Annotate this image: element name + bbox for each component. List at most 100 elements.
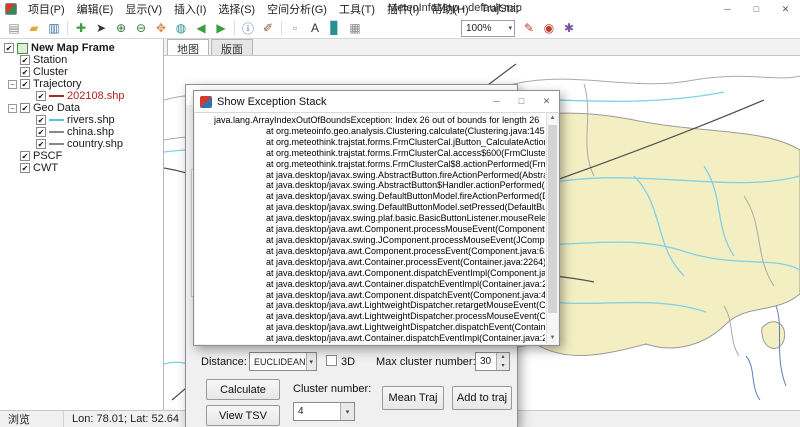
tree-item-label: New Map Frame [31,42,115,54]
new-project-icon[interactable]: ▤ [4,19,24,37]
tab-layout[interactable]: 版面 [211,39,253,55]
menu-item[interactable]: 显示(V) [119,0,168,19]
exception-dialog-titlebar[interactable]: Show Exception Stack ─ □ ✕ [194,91,559,112]
layer-checkbox[interactable]: ✔ [36,115,46,125]
marker-icon[interactable]: ◉ [539,19,559,37]
tree-item-pscf[interactable]: ✔ PSCF [0,150,163,162]
layer-checkbox[interactable]: ✔ [4,43,14,53]
spin-up-icon[interactable]: ▴ [497,353,509,362]
label-tool-icon[interactable]: A [305,19,325,37]
stack-trace-line: java.lang.ArrayIndexOutOfBoundsException… [214,115,545,126]
exception-stack-text: java.lang.ArrayIndexOutOfBoundsException… [214,115,545,344]
select-tool-icon[interactable]: ➤ [91,19,111,37]
tab-map[interactable]: 地图 [167,39,209,55]
dialog-icon [200,96,212,108]
measure-icon[interactable]: ✐ [258,19,278,37]
layer-checkbox[interactable]: ✔ [20,163,30,173]
full-extent-icon[interactable]: ◍ [171,19,191,37]
tree-item-label: 202108.shp [67,90,125,102]
menu-item[interactable]: 项目(P) [22,0,71,19]
add-to-traj-button[interactable]: Add to traj [452,386,512,410]
layer-checkbox[interactable]: ✔ [36,91,46,101]
cluster-number-combo[interactable]: 4 ▾ [293,402,355,421]
toolbar-separator [67,21,68,35]
scrollbar-thumb[interactable] [548,125,557,313]
toolbar: ▤ ▰ ▥ ✚ ➤ ⊕ ⊖ ✥ ◍ ◀ ▶ ⓘ ✐ ▫ A ▊ ▦ 100% ▾… [0,18,800,39]
select-feature-icon[interactable]: ▫ [285,19,305,37]
add-layer-icon[interactable]: ✚ [71,19,91,37]
identify-icon[interactable]: ⓘ [238,19,258,37]
layer-checkbox[interactable]: ✔ [20,79,30,89]
scroll-up-icon[interactable]: ▲ [547,113,558,124]
spin-down-icon[interactable]: ▾ [497,362,509,371]
tree-item-cluster[interactable]: ✔ Cluster [0,66,163,78]
draw-pen-icon[interactable]: ✎ [519,19,539,37]
zoom-level-combo[interactable]: 100% ▾ [461,20,515,37]
stack-trace-line: at java.desktop/java.awt.Component.dispa… [214,290,545,301]
menu-item[interactable]: 空间分析(G) [261,0,333,19]
island-region [762,322,785,349]
layer-checkbox[interactable]: ✔ [36,139,46,149]
zoom-out-icon[interactable]: ⊖ [131,19,151,37]
menu-item[interactable]: 选择(S) [212,0,261,19]
calculate-button[interactable]: Calculate [206,379,280,400]
application-window: 项目(P)编辑(E)显示(V)插入(I)选择(S)空间分析(G)工具(T)插件(… [0,0,800,427]
spinner-buttons[interactable]: ▴ ▾ [496,353,509,370]
collapse-icon[interactable]: − [8,104,17,113]
tree-item-new-map-frame[interactable]: ✔ New Map Frame [0,42,163,54]
minimize-icon[interactable]: ─ [484,91,509,112]
settings-icon[interactable]: ✱ [559,19,579,37]
stack-trace-line: at java.desktop/javax.swing.plaf.basic.B… [214,213,545,224]
distance-combo[interactable]: EUCLIDEAN ▾ [249,352,317,371]
menu-item[interactable]: 工具(T) [333,0,381,19]
minimize-icon[interactable]: ─ [713,0,742,18]
layer-checkbox[interactable]: ✔ [20,67,30,77]
close-icon[interactable]: ✕ [771,0,800,18]
max-cluster-number-spinner[interactable]: 30 ▴ ▾ [475,352,510,371]
tree-item-china-shp[interactable]: ✔ china.shp [0,126,163,138]
close-icon[interactable]: ✕ [534,91,559,112]
tree-item-country-shp[interactable]: ✔ country.shp [0,138,163,150]
zoom-next-icon[interactable]: ▶ [211,19,231,37]
tree-item-geo-data[interactable]: − ✔ Geo Data [0,102,163,114]
layer-checkbox[interactable]: ✔ [36,127,46,137]
chevron-down-icon: ▾ [306,353,316,370]
three-d-checkbox[interactable] [326,355,337,366]
window-title: MeteoInfoMap - default.mip [388,2,522,14]
tree-item-trajectory[interactable]: − ✔ Trajectory [0,78,163,90]
open-project-icon[interactable]: ▰ [24,19,44,37]
zoom-in-icon[interactable]: ⊕ [111,19,131,37]
grid-icon[interactable]: ▦ [345,19,365,37]
collapse-icon[interactable]: − [8,80,17,89]
stack-trace-line: at java.desktop/javax.swing.DefaultButto… [214,202,545,213]
chevron-down-icon: ▾ [508,24,512,32]
stack-trace-line: at java.desktop/java.awt.Component.proce… [214,224,545,235]
maximize-icon[interactable]: □ [509,91,534,112]
status-coordinates: Lon: 78.01; Lat: 52.64 [64,411,187,427]
mean-traj-button[interactable]: Mean Traj [382,386,444,410]
stack-trace-line: at org.meteothink.trajstat.forms.FrmClus… [214,137,545,148]
tree-item-202108-shp[interactable]: ✔ 202108.shp [0,90,163,102]
pan-tool-icon[interactable]: ✥ [151,19,171,37]
layer-checkbox[interactable]: ✔ [20,55,30,65]
view-tsv-button[interactable]: View TSV [206,405,280,426]
chart-icon[interactable]: ▊ [325,19,345,37]
window-controls: ─ □ ✕ [713,0,800,18]
tree-item-station[interactable]: ✔ Station [0,54,163,66]
tree-item-label: Geo Data [33,102,80,114]
menu-item[interactable]: 插入(I) [168,0,212,19]
zoom-previous-icon[interactable]: ◀ [191,19,211,37]
stack-trace-line: at org.meteothink.trajstat.forms.FrmClus… [214,159,545,170]
exception-stack-dialog[interactable]: Show Exception Stack ─ □ ✕ java.lang.Arr… [193,90,560,346]
layer-checkbox[interactable]: ✔ [20,151,30,161]
save-project-icon[interactable]: ▥ [44,19,64,37]
vertical-scrollbar[interactable]: ▲ ▼ [546,113,558,344]
stack-trace-line: at java.desktop/java.awt.LightweightDisp… [214,300,545,311]
menu-item[interactable]: 编辑(E) [71,0,120,19]
maximize-icon[interactable]: □ [742,0,771,18]
exception-stack-textarea[interactable]: java.lang.ArrayIndexOutOfBoundsException… [195,112,558,344]
scroll-down-icon[interactable]: ▼ [547,333,558,344]
tree-item-cwt[interactable]: ✔ CWT [0,162,163,174]
tree-item-rivers-shp[interactable]: ✔ rivers.shp [0,114,163,126]
layer-checkbox[interactable]: ✔ [20,103,30,113]
